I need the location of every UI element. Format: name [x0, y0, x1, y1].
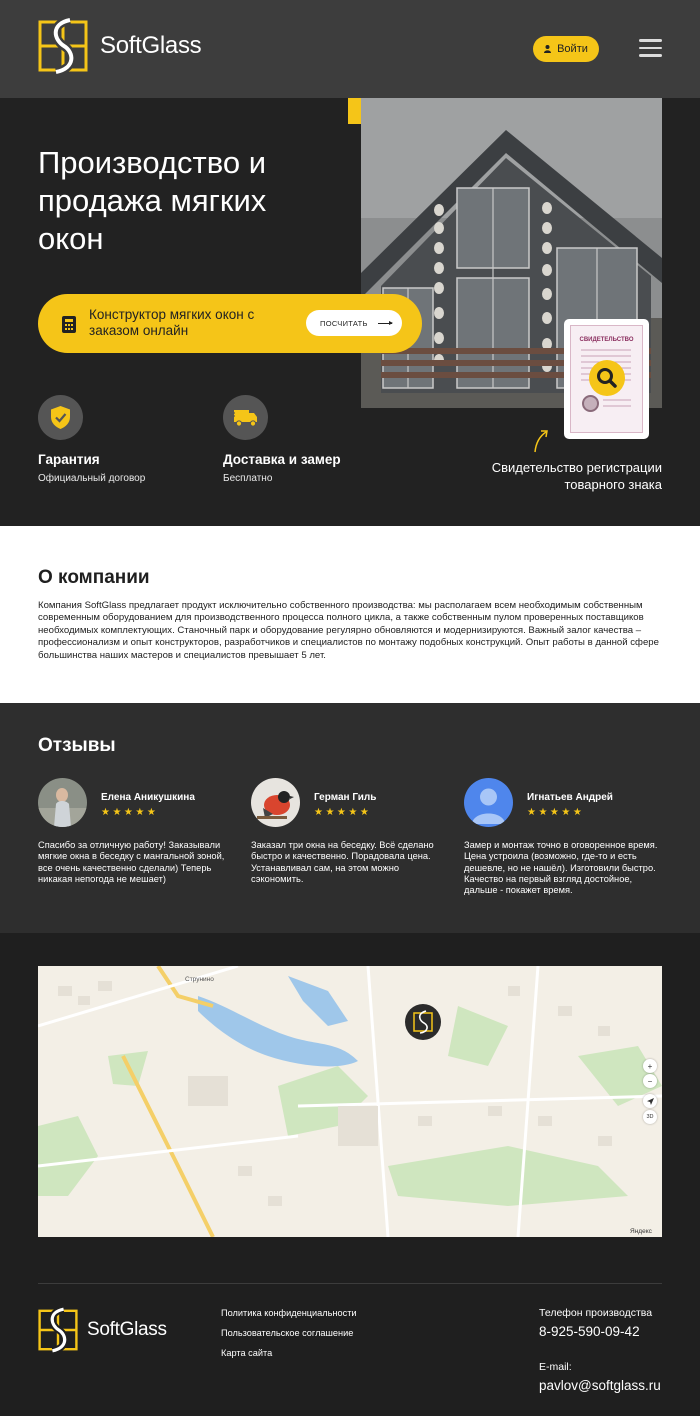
brand-logo[interactable]: SoftGlass	[38, 18, 202, 74]
about-text: Компания SoftGlass предлагает продукт ис…	[38, 600, 659, 661]
geolocation-button[interactable]	[643, 1094, 657, 1108]
brand-name: SoftGlass	[100, 32, 202, 59]
cta-text: Конструктор мягких окон с заказом онлайн	[89, 307, 255, 338]
3d-mode-button[interactable]: 3D	[643, 1110, 657, 1124]
logo-icon	[38, 1307, 78, 1353]
footer-divider	[38, 1283, 662, 1284]
login-button[interactable]: Войти	[533, 36, 599, 62]
site-header: SoftGlass Войти	[0, 0, 700, 98]
feature-guarantee: Гарантия Официальный договор	[38, 395, 145, 484]
decor-accent	[348, 98, 362, 124]
phone-label: Телефон производства	[539, 1307, 653, 1319]
zoom-out-button[interactable]: −	[643, 1074, 657, 1088]
constructor-cta[interactable]: Конструктор мягких окон с заказом онлайн…	[38, 294, 422, 353]
reviewer-name: Игнатьев Андрей	[527, 792, 613, 803]
about-title: О компании	[38, 567, 150, 588]
curved-arrow-icon	[534, 430, 548, 453]
calculate-label: ПОСЧИТАТЬ	[320, 318, 368, 328]
zoom-in-button[interactable]: +	[643, 1059, 657, 1073]
calculator-icon	[62, 316, 76, 333]
certificate-caption: Свидетельство регистрации товарного знак…	[491, 460, 662, 492]
hero-title: Производство и продажа мягких окон	[38, 145, 267, 256]
review-text: Заказал три окна на беседку. Всё сделано…	[251, 840, 434, 884]
feature-sub: Официальный договор	[38, 473, 146, 484]
shield-check-icon	[38, 395, 83, 440]
seal-icon	[582, 395, 599, 412]
avatar	[251, 778, 300, 827]
map-place-label: Струнино	[185, 976, 214, 983]
email-address[interactable]: pavlov@softglass.ru	[539, 1378, 661, 1393]
location-map[interactable]: Струнино + − 3D Яндекс	[38, 966, 662, 1237]
footer-links: Политика конфиденциальности Пользователь…	[221, 1308, 357, 1368]
review-text: Замер и монтаж точно в оговоренное время…	[464, 840, 658, 896]
review-text: Спасибо за отличную работу! Заказывали м…	[38, 840, 225, 884]
avatar	[38, 778, 87, 827]
arrow-right-icon	[377, 320, 393, 325]
map-section: Струнино + − 3D Яндекс	[0, 933, 700, 1283]
truck-icon	[223, 395, 268, 440]
reviewer-name: Елена Аникушкина	[101, 792, 195, 803]
feature-name: Доставка и замер	[223, 452, 341, 467]
reviewer-name: Герман Гиль	[314, 792, 377, 803]
reviews-section: Отзывы Елена Аникушкина ★★★★★ Спасибо за…	[0, 703, 700, 933]
calculate-button[interactable]: ПОСЧИТАТЬ	[306, 310, 402, 336]
feature-delivery: Доставка и замер Бесплатно	[223, 395, 341, 484]
footer-contacts: Телефон производства 8-925-590-09-42 E-m…	[539, 1307, 661, 1393]
sitemap-link[interactable]: Карта сайта	[221, 1348, 357, 1358]
site-footer: SoftGlass Политика конфиденциальности По…	[0, 1283, 700, 1416]
logo-icon	[38, 18, 88, 74]
zoom-button[interactable]	[589, 360, 625, 396]
avatar	[464, 778, 513, 827]
hamburger-icon[interactable]	[639, 39, 662, 57]
privacy-policy-link[interactable]: Политика конфиденциальности	[221, 1308, 357, 1318]
hero-section: Производство и продажа мягких окон Конст…	[0, 98, 700, 526]
map-canvas	[38, 966, 662, 1237]
magnifier-icon	[597, 368, 617, 388]
about-section: О компании Компания SoftGlass предлагает…	[0, 526, 700, 703]
rating-stars: ★★★★★	[527, 807, 585, 818]
login-label: Войти	[557, 43, 588, 55]
reviews-title: Отзывы	[38, 735, 116, 756]
rating-stars: ★★★★★	[101, 807, 159, 818]
phone-number[interactable]: 8-925-590-09-42	[539, 1324, 661, 1339]
user-agreement-link[interactable]: Пользовательское соглашение	[221, 1328, 357, 1338]
feature-sub: Бесплатно	[223, 473, 273, 484]
footer-logo[interactable]: SoftGlass	[38, 1307, 167, 1353]
location-arrow-icon	[646, 1097, 654, 1105]
rating-stars: ★★★★★	[314, 807, 372, 818]
feature-name: Гарантия	[38, 452, 100, 467]
email-label: E-mail:	[539, 1361, 572, 1373]
map-provider-label[interactable]: Яндекс	[630, 1228, 652, 1235]
user-icon	[544, 45, 552, 53]
brand-name: SoftGlass	[87, 1319, 167, 1340]
